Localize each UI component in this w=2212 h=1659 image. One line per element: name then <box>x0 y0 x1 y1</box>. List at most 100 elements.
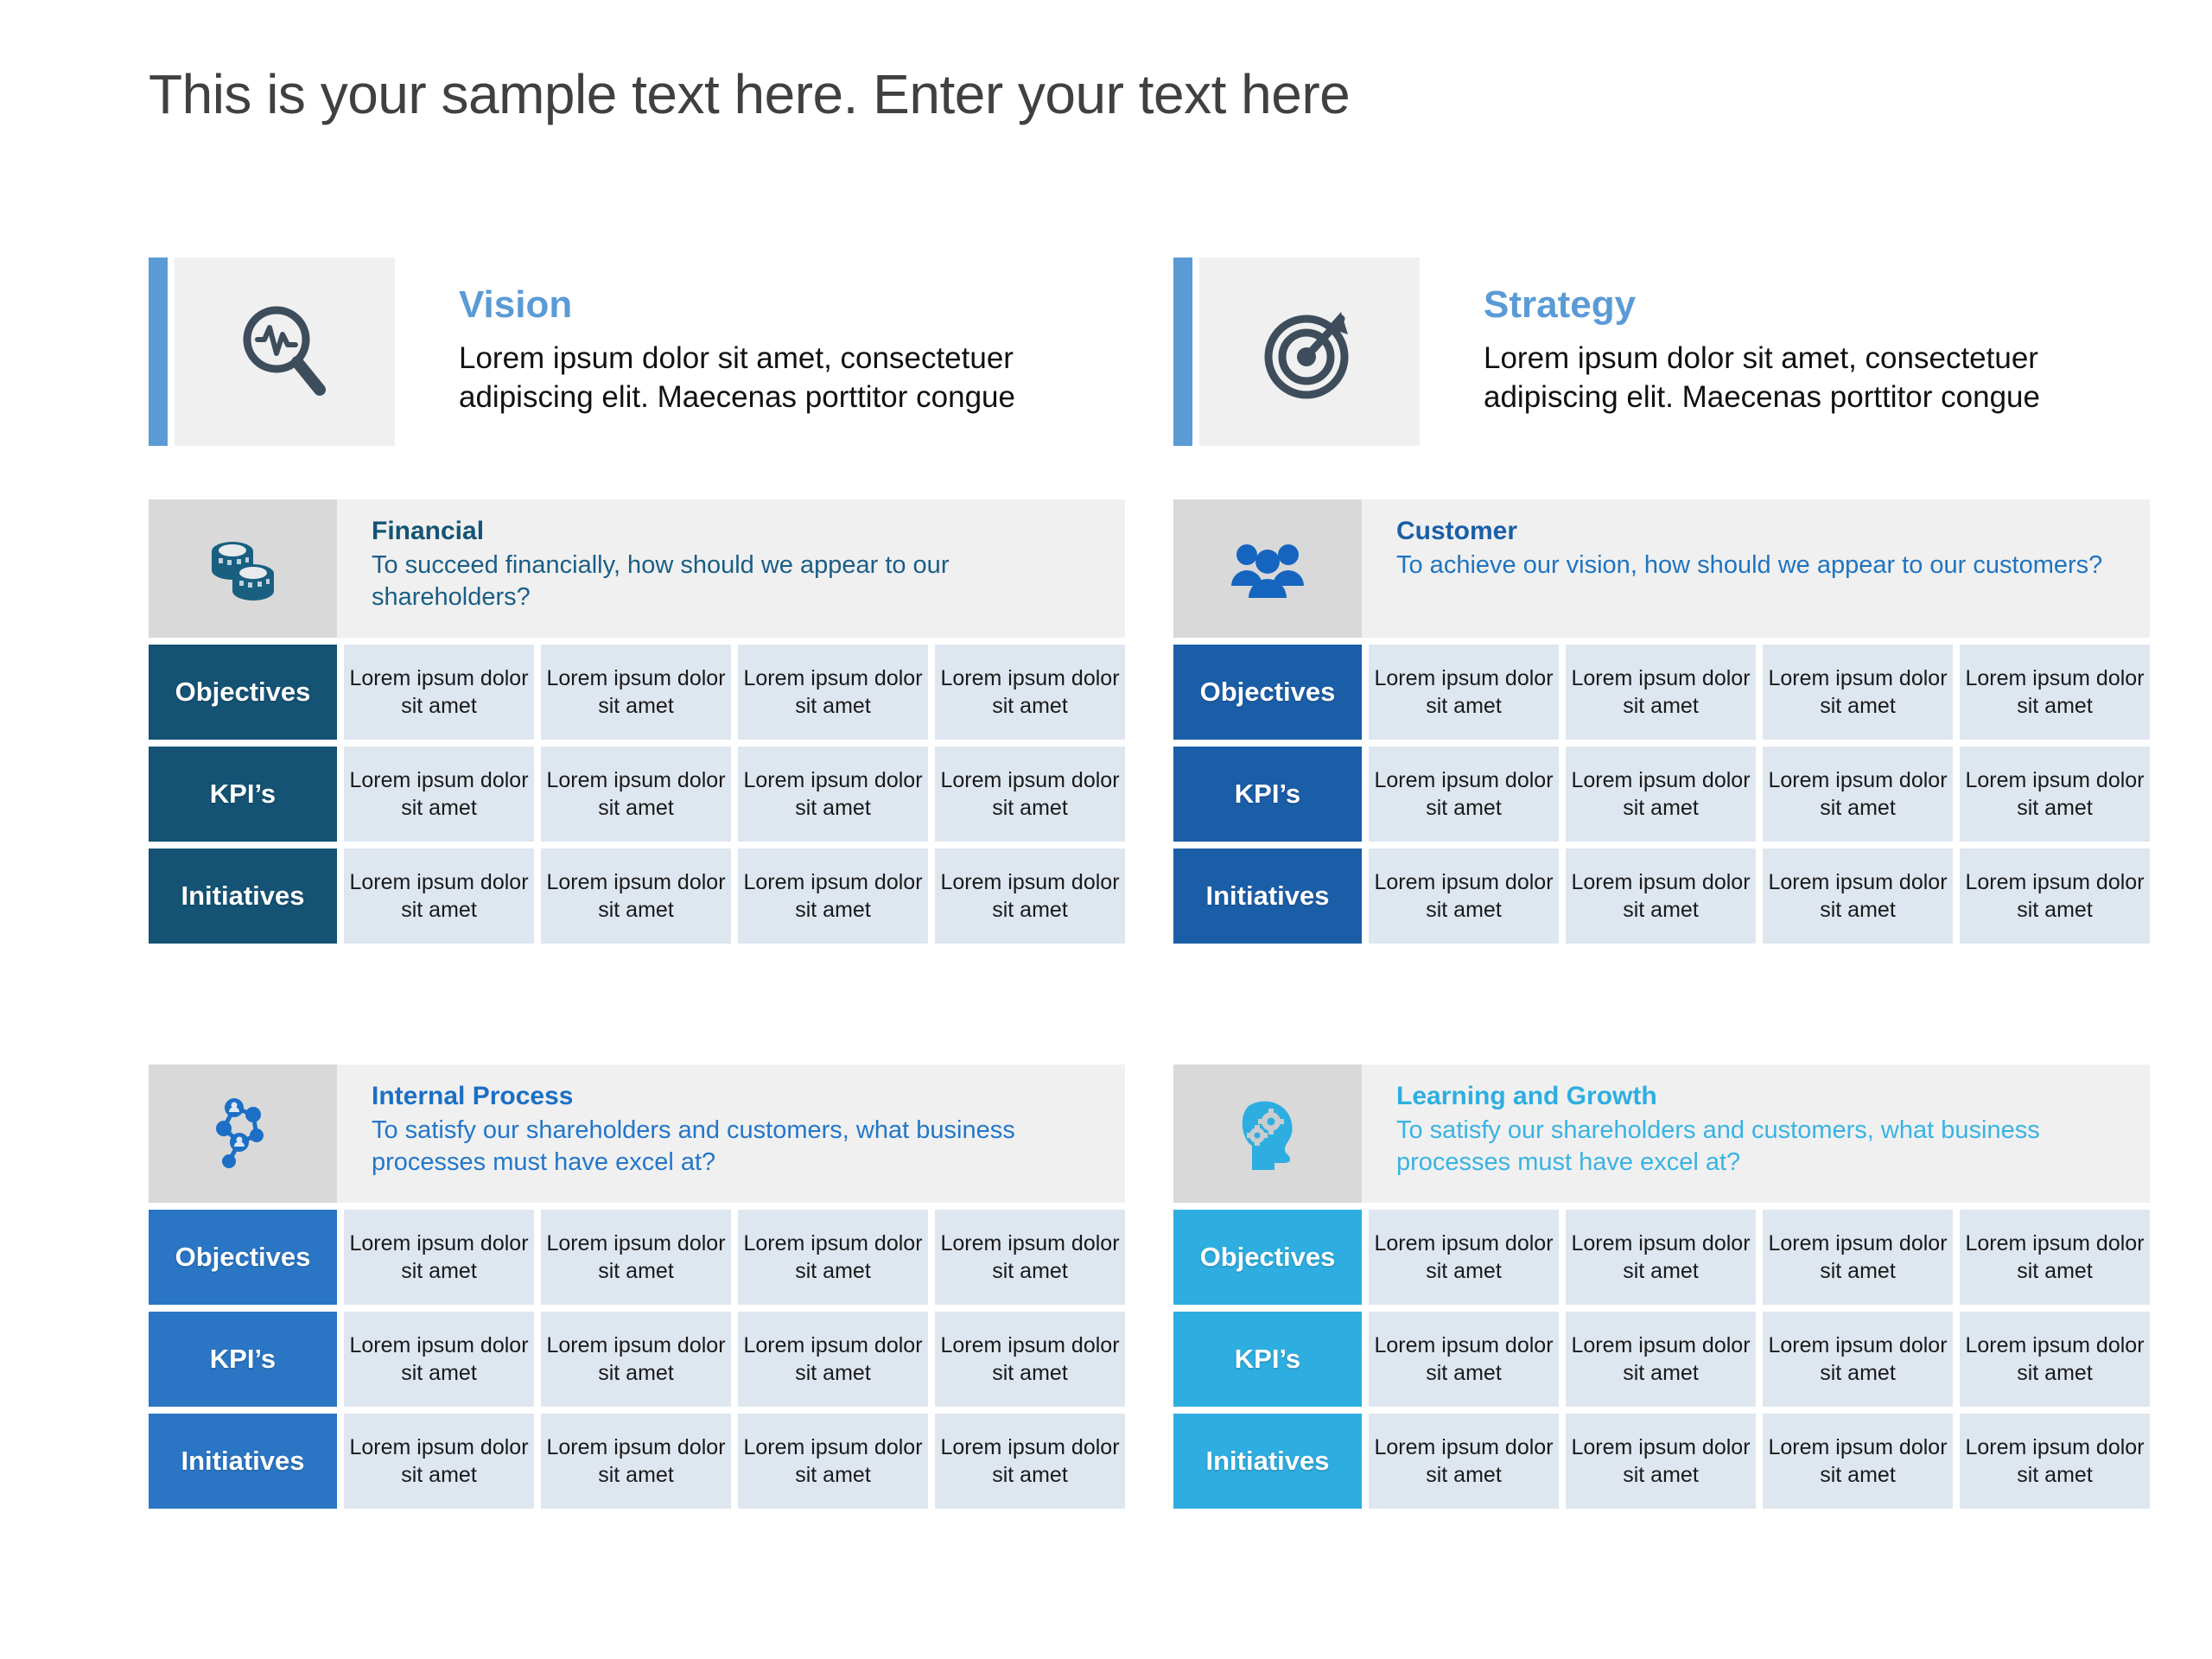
table-row: Initiatives Lorem ipsum dolor sit amet L… <box>149 849 1125 944</box>
table-cell[interactable]: Lorem ipsum dolor sit amet <box>1960 1414 2150 1509</box>
row-label-objectives: Objectives <box>149 645 337 740</box>
quadrant-question: To succeed financially, how should we ap… <box>372 550 950 612</box>
coins-icon <box>198 524 288 613</box>
table-cell[interactable]: Lorem ipsum dolor sit amet <box>541 1210 731 1305</box>
table-cell[interactable]: Lorem ipsum dolor sit amet <box>1369 645 1559 740</box>
table-cell[interactable]: Lorem ipsum dolor sit amet <box>1763 1210 1953 1305</box>
vision-title: Vision <box>459 283 573 327</box>
row-cells: Lorem ipsum dolor sit amet Lorem ipsum d… <box>1369 1312 2150 1407</box>
row-label-objectives: Objectives <box>149 1210 337 1305</box>
table-cell[interactable]: Lorem ipsum dolor sit amet <box>738 849 928 944</box>
row-label-initiatives: Initiatives <box>149 849 337 944</box>
quadrant-learning-growth: Learning and Growth To satisfy our share… <box>1173 1065 2150 1509</box>
strategy-icon-panel <box>1199 257 1420 446</box>
table-cell[interactable]: Lorem ipsum dolor sit amet <box>1763 849 1953 944</box>
quadrant-name: Financial <box>372 517 485 545</box>
table-cell[interactable]: Lorem ipsum dolor sit amet <box>1960 1312 2150 1407</box>
row-cells: Lorem ipsum dolor sit amet Lorem ipsum d… <box>344 1312 1125 1407</box>
table-cell[interactable]: Lorem ipsum dolor sit amet <box>1566 645 1756 740</box>
quadrant-customer: Customer To achieve our vision, how shou… <box>1173 499 2150 944</box>
table-cell[interactable]: Lorem ipsum dolor sit amet <box>935 1414 1125 1509</box>
table-cell[interactable]: Lorem ipsum dolor sit amet <box>1369 1312 1559 1407</box>
quadrant-question: To satisfy our shareholders and customer… <box>372 1116 1015 1177</box>
table-cell[interactable]: Lorem ipsum dolor sit amet <box>541 645 731 740</box>
row-label-kpis: KPI’s <box>149 1312 337 1407</box>
table-row: Initiatives Lorem ipsum dolor sit amet L… <box>1173 1414 2150 1509</box>
row-label-initiatives: Initiatives <box>1173 1414 1362 1509</box>
quadrant-question: To achieve our vision, how should we app… <box>1396 550 2103 579</box>
table-cell[interactable]: Lorem ipsum dolor sit amet <box>1566 1414 1756 1509</box>
table-cell[interactable]: Lorem ipsum dolor sit amet <box>1566 1312 1756 1407</box>
row-cells: Lorem ipsum dolor sit amet Lorem ipsum d… <box>1369 645 2150 740</box>
table-cell[interactable]: Lorem ipsum dolor sit amet <box>1566 1210 1756 1305</box>
table-cell[interactable]: Lorem ipsum dolor sit amet <box>1763 747 1953 842</box>
table-cell[interactable]: Lorem ipsum dolor sit amet <box>1763 1312 1953 1407</box>
table-cell[interactable]: Lorem ipsum dolor sit amet <box>1763 645 1953 740</box>
table-cell[interactable]: Lorem ipsum dolor sit amet <box>1369 1210 1559 1305</box>
magnifier-pulse-icon <box>230 296 340 407</box>
quadrant-name: Internal Process <box>372 1082 574 1110</box>
strategy-body: Lorem ipsum dolor sit amet, consectetuer… <box>1484 341 2040 414</box>
table-cell[interactable]: Lorem ipsum dolor sit amet <box>935 747 1125 842</box>
table-cell[interactable]: Lorem ipsum dolor sit amet <box>541 849 731 944</box>
quadrant-table: Objectives Lorem ipsum dolor sit amet Lo… <box>1173 1210 2150 1509</box>
table-cell[interactable]: Lorem ipsum dolor sit amet <box>738 1414 928 1509</box>
table-cell[interactable]: Lorem ipsum dolor sit amet <box>1960 747 2150 842</box>
table-cell[interactable]: Lorem ipsum dolor sit amet <box>1566 747 1756 842</box>
internal-icon-panel <box>149 1065 337 1203</box>
quadrant-header-text: Learning and Growth To satisfy our share… <box>1362 1065 2150 1203</box>
accent-gap <box>1192 257 1199 446</box>
quadrant-header-text: Financial To succeed financially, how sh… <box>337 499 1125 638</box>
table-cell[interactable]: Lorem ipsum dolor sit amet <box>344 645 534 740</box>
table-cell[interactable]: Lorem ipsum dolor sit amet <box>1763 1414 1953 1509</box>
quadrant-name: Customer <box>1396 517 1518 545</box>
table-cell[interactable]: Lorem ipsum dolor sit amet <box>738 1210 928 1305</box>
strategy-title: Strategy <box>1484 283 1637 327</box>
table-cell[interactable]: Lorem ipsum dolor sit amet <box>541 1312 731 1407</box>
quadrant-name: Learning and Growth <box>1396 1082 1657 1110</box>
quadrant-table: Objectives Lorem ipsum dolor sit amet Lo… <box>1173 645 2150 944</box>
table-cell[interactable]: Lorem ipsum dolor sit amet <box>935 645 1125 740</box>
accent-bar <box>1173 257 1192 446</box>
people-group-icon <box>1223 524 1313 613</box>
table-cell[interactable]: Lorem ipsum dolor sit amet <box>344 849 534 944</box>
table-cell[interactable]: Lorem ipsum dolor sit amet <box>1369 849 1559 944</box>
row-label-objectives: Objectives <box>1173 645 1362 740</box>
table-cell[interactable]: Lorem ipsum dolor sit amet <box>541 1414 731 1509</box>
table-cell[interactable]: Lorem ipsum dolor sit amet <box>935 1312 1125 1407</box>
table-cell[interactable]: Lorem ipsum dolor sit amet <box>1566 849 1756 944</box>
row-label-initiatives: Initiatives <box>149 1414 337 1509</box>
table-cell[interactable]: Lorem ipsum dolor sit amet <box>541 747 731 842</box>
table-cell[interactable]: Lorem ipsum dolor sit amet <box>1960 849 2150 944</box>
row-cells: Lorem ipsum dolor sit amet Lorem ipsum d… <box>1369 1210 2150 1305</box>
table-cell[interactable]: Lorem ipsum dolor sit amet <box>1960 645 2150 740</box>
table-cell[interactable]: Lorem ipsum dolor sit amet <box>344 747 534 842</box>
vision-text-block: Vision Lorem ipsum dolor sit amet, conse… <box>395 257 1125 446</box>
row-cells: Lorem ipsum dolor sit amet Lorem ipsum d… <box>344 849 1125 944</box>
table-cell[interactable]: Lorem ipsum dolor sit amet <box>1369 747 1559 842</box>
quadrant-header: Learning and Growth To satisfy our share… <box>1173 1065 2150 1203</box>
row-cells: Lorem ipsum dolor sit amet Lorem ipsum d… <box>1369 1414 2150 1509</box>
quadrant-financial: Financial To succeed financially, how sh… <box>149 499 1125 944</box>
banner-strategy: Strategy Lorem ipsum dolor sit amet, con… <box>1173 257 2150 446</box>
row-label-kpis: KPI’s <box>1173 747 1362 842</box>
table-cell[interactable]: Lorem ipsum dolor sit amet <box>738 645 928 740</box>
table-cell[interactable]: Lorem ipsum dolor sit amet <box>344 1414 534 1509</box>
row-cells: Lorem ipsum dolor sit amet Lorem ipsum d… <box>1369 849 2150 944</box>
quadrant-question: To satisfy our shareholders and customer… <box>1396 1116 2040 1177</box>
page-title: This is your sample text here. Enter you… <box>149 63 1351 125</box>
table-row: KPI’s Lorem ipsum dolor sit amet Lorem i… <box>1173 747 2150 842</box>
table-cell[interactable]: Lorem ipsum dolor sit amet <box>1369 1414 1559 1509</box>
banner-vision: Vision Lorem ipsum dolor sit amet, conse… <box>149 257 1125 446</box>
table-cell[interactable]: Lorem ipsum dolor sit amet <box>935 1210 1125 1305</box>
target-arrow-icon <box>1255 296 1365 407</box>
table-cell[interactable]: Lorem ipsum dolor sit amet <box>738 747 928 842</box>
table-cell[interactable]: Lorem ipsum dolor sit amet <box>344 1312 534 1407</box>
table-cell[interactable]: Lorem ipsum dolor sit amet <box>344 1210 534 1305</box>
table-cell[interactable]: Lorem ipsum dolor sit amet <box>738 1312 928 1407</box>
row-cells: Lorem ipsum dolor sit amet Lorem ipsum d… <box>344 747 1125 842</box>
table-cell[interactable]: Lorem ipsum dolor sit amet <box>935 849 1125 944</box>
table-cell[interactable]: Lorem ipsum dolor sit amet <box>1960 1210 2150 1305</box>
accent-gap <box>168 257 175 446</box>
customer-icon-panel <box>1173 499 1362 638</box>
